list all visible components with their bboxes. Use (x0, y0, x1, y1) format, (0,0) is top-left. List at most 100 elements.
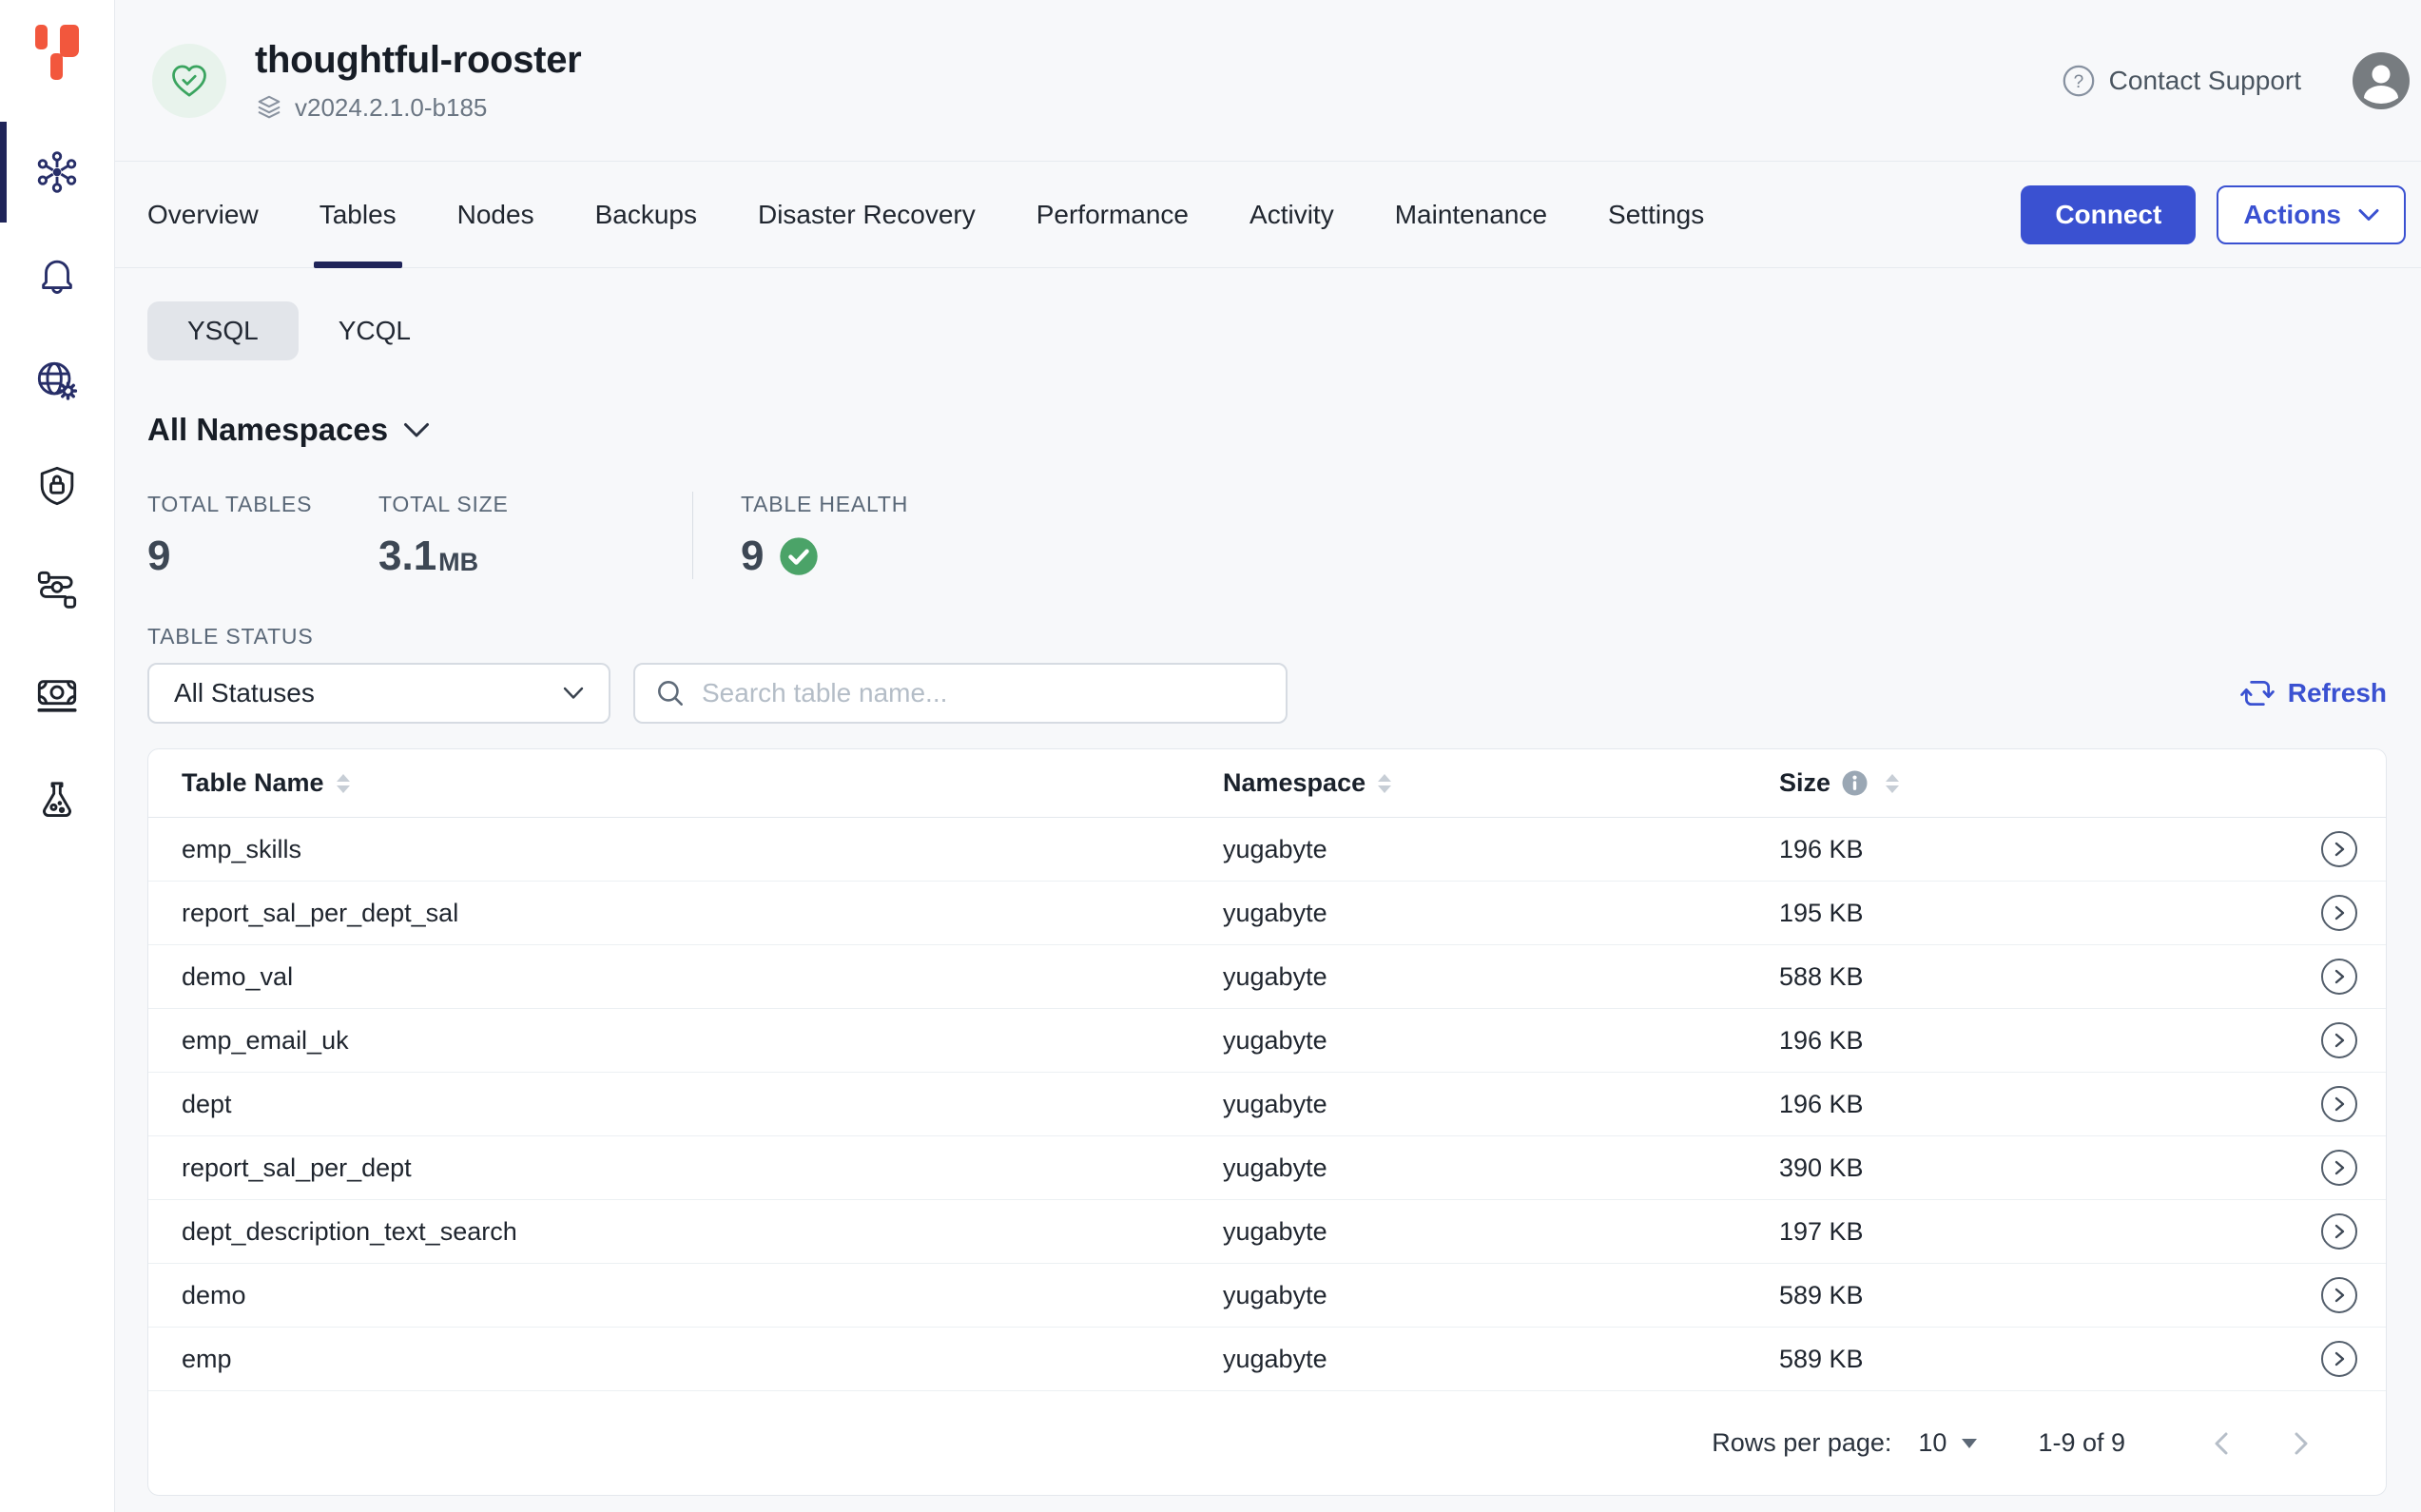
search-input[interactable] (702, 678, 1267, 708)
stat-label: TABLE HEALTH (741, 492, 908, 517)
previous-page-button[interactable] (2211, 1429, 2232, 1458)
svg-text:?: ? (2073, 71, 2083, 91)
cell-size: 589 KB (1779, 1345, 2304, 1374)
tab-overview[interactable]: Overview (147, 162, 259, 267)
sidebar-item-pipelines[interactable] (0, 569, 114, 612)
stats-row: TOTAL TABLES 9 TOTAL SIZE 3.1 MB TABLE H… (147, 492, 2387, 580)
tab-backups[interactable]: Backups (595, 162, 697, 267)
row-open-button[interactable] (2321, 1150, 2357, 1186)
next-page-button[interactable] (2291, 1429, 2312, 1458)
cell-table-name: demo_val (182, 962, 1223, 992)
stat-total-tables: TOTAL TABLES 9 (147, 492, 378, 580)
sidebar-item-security[interactable] (0, 464, 114, 508)
sidebar-item-universes[interactable] (0, 150, 114, 194)
cell-size: 195 KB (1779, 899, 2304, 928)
namespace-dropdown[interactable]: All Namespaces (147, 412, 2387, 448)
tab-settings[interactable]: Settings (1608, 162, 1704, 267)
toggle-ycql[interactable]: YCQL (299, 301, 451, 360)
status-select-value: All Statuses (174, 678, 315, 708)
user-avatar[interactable] (2351, 50, 2411, 111)
table-row[interactable]: report_sal_per_dept_sal yugabyte 195 KB (148, 882, 2386, 945)
route-icon (35, 569, 79, 612)
table-row[interactable]: emp_email_uk yugabyte 196 KB (148, 1009, 2386, 1073)
stat-value: 3.1 (378, 533, 436, 580)
row-open-button[interactable] (2321, 831, 2357, 867)
contact-support-label: Contact Support (2109, 66, 2301, 96)
rows-per-page-label: Rows per page: (1712, 1428, 1891, 1458)
column-namespace[interactable]: Namespace (1223, 768, 1779, 798)
cell-namespace: yugabyte (1223, 1217, 1779, 1247)
sidebar-item-billing[interactable] (0, 673, 114, 717)
tab-tables[interactable]: Tables (320, 162, 397, 267)
refresh-label: Refresh (2288, 678, 2387, 708)
chevron-right-icon (2291, 1429, 2312, 1458)
banknote-icon (35, 673, 79, 717)
table-row[interactable]: dept yugabyte 196 KB (148, 1073, 2386, 1136)
dropdown-arrow-icon (1962, 1439, 1977, 1448)
tab-maintenance[interactable]: Maintenance (1395, 162, 1547, 267)
chevron-down-icon (2358, 208, 2379, 222)
cell-table-name: report_sal_per_dept_sal (182, 899, 1223, 928)
row-open-button[interactable] (2321, 895, 2357, 931)
divider (692, 492, 693, 579)
cell-table-name: dept_description_text_search (182, 1217, 1223, 1247)
cell-table-name: dept (182, 1090, 1223, 1119)
sidebar-item-alerts[interactable] (0, 255, 114, 299)
cell-size: 196 KB (1779, 1026, 2304, 1056)
table-search (633, 663, 1288, 724)
cell-size: 197 KB (1779, 1217, 2304, 1247)
toggle-ysql[interactable]: YSQL (147, 301, 299, 360)
row-open-button[interactable] (2321, 1022, 2357, 1058)
refresh-button[interactable]: Refresh (2240, 676, 2387, 710)
contact-support-link[interactable]: ? Contact Support (2062, 64, 2301, 98)
tabs: Overview Tables Nodes Backups Disaster R… (147, 162, 1704, 267)
table-row[interactable]: demo yugabyte 589 KB (148, 1264, 2386, 1328)
cell-table-name: emp (182, 1345, 1223, 1374)
column-size[interactable]: Size (1779, 768, 2304, 798)
version-row: v2024.2.1.0-b185 (255, 93, 581, 123)
info-icon (1842, 770, 1868, 796)
row-open-button[interactable] (2321, 1086, 2357, 1122)
row-open-button[interactable] (2321, 959, 2357, 995)
cell-size: 196 KB (1779, 835, 2304, 864)
sort-icon (1885, 773, 1900, 794)
cell-size: 588 KB (1779, 962, 2304, 992)
tables-card: Table Name Namespace Size (147, 748, 2387, 1496)
cell-namespace: yugabyte (1223, 1026, 1779, 1056)
sidebar-item-labs[interactable] (0, 778, 114, 822)
tab-actions: Connect Actions (2021, 185, 2406, 244)
rows-per-page-select[interactable]: 10 (1918, 1428, 1977, 1458)
tab-performance[interactable]: Performance (1036, 162, 1189, 267)
row-open-button[interactable] (2321, 1341, 2357, 1377)
status-select[interactable]: All Statuses (147, 663, 610, 724)
stat-unit: MB (438, 548, 478, 577)
table-status-label: TABLE STATUS (147, 624, 2387, 649)
sidebar-item-cloud-config[interactable] (0, 359, 114, 403)
cell-namespace: yugabyte (1223, 835, 1779, 864)
row-open-button[interactable] (2321, 1213, 2357, 1250)
stat-table-health: TABLE HEALTH 9 (741, 492, 908, 580)
table-row[interactable]: emp_skills yugabyte 196 KB (148, 818, 2386, 882)
flask-icon (35, 778, 79, 822)
table-row[interactable]: dept_description_text_search yugabyte 19… (148, 1200, 2386, 1264)
sort-icon (336, 773, 351, 794)
table-row[interactable]: report_sal_per_dept yugabyte 390 KB (148, 1136, 2386, 1200)
rows-per-page-value: 10 (1918, 1428, 1946, 1458)
column-label: Namespace (1223, 768, 1365, 798)
table-pagination: Rows per page: 10 1-9 of 9 (148, 1391, 2386, 1495)
row-open-button[interactable] (2321, 1277, 2357, 1313)
column-table-name[interactable]: Table Name (182, 768, 1223, 798)
cell-namespace: yugabyte (1223, 1345, 1779, 1374)
stat-total-size: TOTAL SIZE 3.1 MB (378, 492, 692, 580)
yugabyte-logo-icon[interactable] (32, 23, 82, 82)
tab-disaster-recovery[interactable]: Disaster Recovery (758, 162, 976, 267)
sort-icon (1377, 773, 1392, 794)
table-row[interactable]: demo_val yugabyte 588 KB (148, 945, 2386, 1009)
connect-button[interactable]: Connect (2021, 185, 2196, 244)
tab-activity[interactable]: Activity (1249, 162, 1334, 267)
table-row[interactable]: emp yugabyte 589 KB (148, 1328, 2386, 1391)
cell-table-name: report_sal_per_dept (182, 1153, 1223, 1183)
tab-nodes[interactable]: Nodes (457, 162, 534, 267)
actions-button[interactable]: Actions (2217, 185, 2406, 244)
layers-icon (255, 93, 283, 122)
